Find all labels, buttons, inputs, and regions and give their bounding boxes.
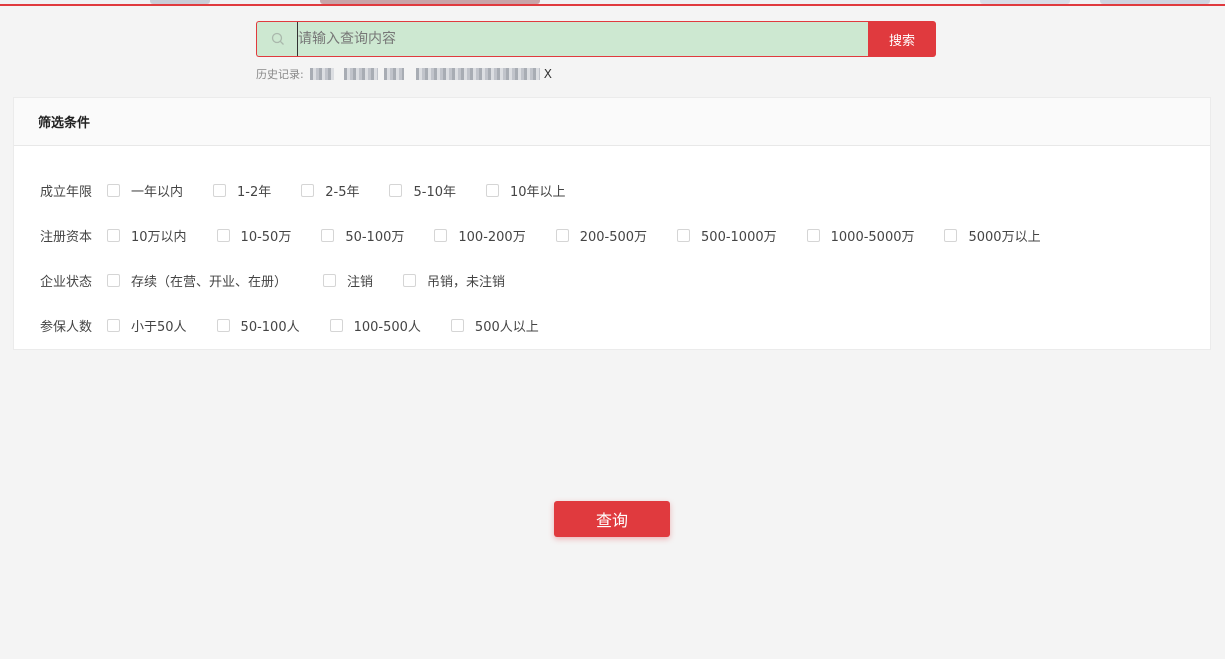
filter-header: 筛选条件 — [14, 98, 1210, 146]
filter-row-insured-count: 参保人数 小于50人 50-100人 100-500人 500人以上 — [40, 315, 539, 335]
checkbox[interactable] — [486, 183, 499, 197]
filter-option-label: 注销 — [347, 274, 374, 290]
checkbox[interactable] — [107, 273, 120, 287]
filter-panel: 筛选条件 成立年限 一年以内 1-2年 2-5年 5-10年 10年以上 注册资… — [13, 97, 1211, 350]
filter-option-label: 存续（在营、开业、在册） — [131, 274, 288, 290]
filter-option-label: 一年以内 — [131, 184, 184, 200]
checkbox[interactable] — [301, 183, 315, 197]
checkbox[interactable] — [329, 318, 343, 332]
checkbox[interactable] — [216, 228, 230, 242]
history-item[interactable] — [415, 68, 540, 80]
search-box[interactable] — [256, 21, 868, 57]
filter-row-label: 成立年限 — [40, 184, 93, 200]
search-input[interactable] — [297, 22, 868, 56]
history-item[interactable] — [383, 68, 404, 80]
checkbox[interactable] — [107, 228, 120, 242]
filter-option[interactable]: 注销 — [323, 271, 373, 290]
search-icon — [271, 32, 285, 46]
filter-option[interactable]: 吊销，未注销 — [403, 271, 505, 290]
checkbox[interactable] — [434, 228, 448, 242]
filter-option-label: 10万以内 — [131, 229, 187, 245]
top-banner — [0, 0, 1225, 6]
banner-decoration — [320, 0, 540, 4]
checkbox[interactable] — [403, 273, 417, 287]
filter-option[interactable]: 100-200万 — [434, 226, 526, 245]
checkbox[interactable] — [321, 228, 335, 242]
history-item[interactable] — [309, 68, 334, 80]
search-history: 历史记录: X — [256, 66, 552, 82]
filter-option-label: 50-100万 — [345, 229, 405, 245]
filter-row-company-status: 企业状态 存续（在营、开业、在册） 注销 吊销，未注销 — [40, 270, 505, 290]
banner-decoration — [1100, 0, 1210, 4]
filter-option[interactable]: 1-2年 — [213, 181, 271, 200]
banner-decoration — [980, 0, 1070, 4]
checkbox[interactable] — [107, 183, 120, 197]
filter-option[interactable]: 5-10年 — [389, 181, 456, 200]
checkbox[interactable] — [677, 228, 691, 242]
filter-option-label: 小于50人 — [131, 319, 187, 335]
filter-row-label: 注册资本 — [40, 229, 93, 245]
filter-option[interactable]: 200-500万 — [555, 226, 648, 245]
filter-option-label: 200-500万 — [579, 229, 648, 245]
filter-option[interactable]: 50-100万 — [321, 226, 404, 245]
filter-option[interactable]: 10-50万 — [216, 226, 292, 245]
filter-row-label: 参保人数 — [40, 319, 93, 335]
filter-option-label: 500人以上 — [474, 319, 539, 335]
filter-option-label: 5-10年 — [413, 184, 456, 200]
filter-option-label: 10-50万 — [240, 229, 292, 245]
checkbox[interactable] — [555, 228, 569, 242]
filter-option-label: 吊销，未注销 — [427, 274, 506, 290]
filter-option[interactable]: 500人以上 — [450, 316, 539, 335]
filter-option[interactable]: 1000-5000万 — [806, 226, 915, 245]
filter-option-label: 100-200万 — [458, 229, 526, 245]
history-item[interactable] — [343, 68, 378, 80]
filter-option[interactable]: 小于50人 — [107, 316, 187, 335]
search-button[interactable]: 搜索 — [868, 21, 936, 57]
filter-option[interactable]: 500-1000万 — [677, 226, 777, 245]
checkbox[interactable] — [107, 318, 120, 332]
filter-row-label: 企业状态 — [40, 274, 93, 290]
checkbox[interactable] — [216, 318, 230, 332]
checkbox[interactable] — [389, 183, 403, 197]
checkbox[interactable] — [323, 273, 337, 287]
filter-option[interactable]: 一年以内 — [107, 181, 183, 200]
query-button[interactable]: 查询 — [554, 501, 670, 537]
checkbox[interactable] — [944, 228, 958, 242]
checkbox[interactable] — [213, 183, 227, 197]
search-bar: 搜索 — [256, 21, 936, 57]
history-label: 历史记录: — [256, 68, 304, 81]
filter-title: 筛选条件 — [38, 116, 91, 131]
checkbox[interactable] — [806, 228, 820, 242]
checkbox[interactable] — [450, 318, 464, 332]
filter-option[interactable]: 存续（在营、开业、在册） — [107, 271, 287, 290]
filter-option[interactable]: 10万以内 — [107, 226, 187, 245]
filter-option[interactable]: 100-500人 — [329, 316, 421, 335]
filter-row-established-years: 成立年限 一年以内 1-2年 2-5年 5-10年 10年以上 — [40, 180, 566, 200]
filter-option-label: 10年以上 — [510, 184, 566, 200]
filter-option-label: 5000万以上 — [968, 229, 1041, 245]
filter-option-label: 500-1000万 — [701, 229, 777, 245]
filter-row-registered-capital: 注册资本 10万以内 10-50万 50-100万 100-200万 200-5… — [40, 225, 1041, 245]
filter-option-label: 1-2年 — [237, 184, 272, 200]
filter-option[interactable]: 50-100人 — [216, 316, 300, 335]
filter-option-label: 50-100人 — [240, 319, 300, 335]
filter-option-label: 2-5年 — [325, 184, 360, 200]
banner-decoration — [150, 0, 210, 4]
filter-option[interactable]: 5000万以上 — [944, 226, 1041, 245]
history-clear-button[interactable]: X — [544, 67, 552, 81]
filter-option[interactable]: 2-5年 — [301, 181, 359, 200]
filter-option[interactable]: 10年以上 — [486, 181, 566, 200]
filter-option-label: 1000-5000万 — [830, 229, 915, 245]
filter-option-label: 100-500人 — [353, 319, 421, 335]
